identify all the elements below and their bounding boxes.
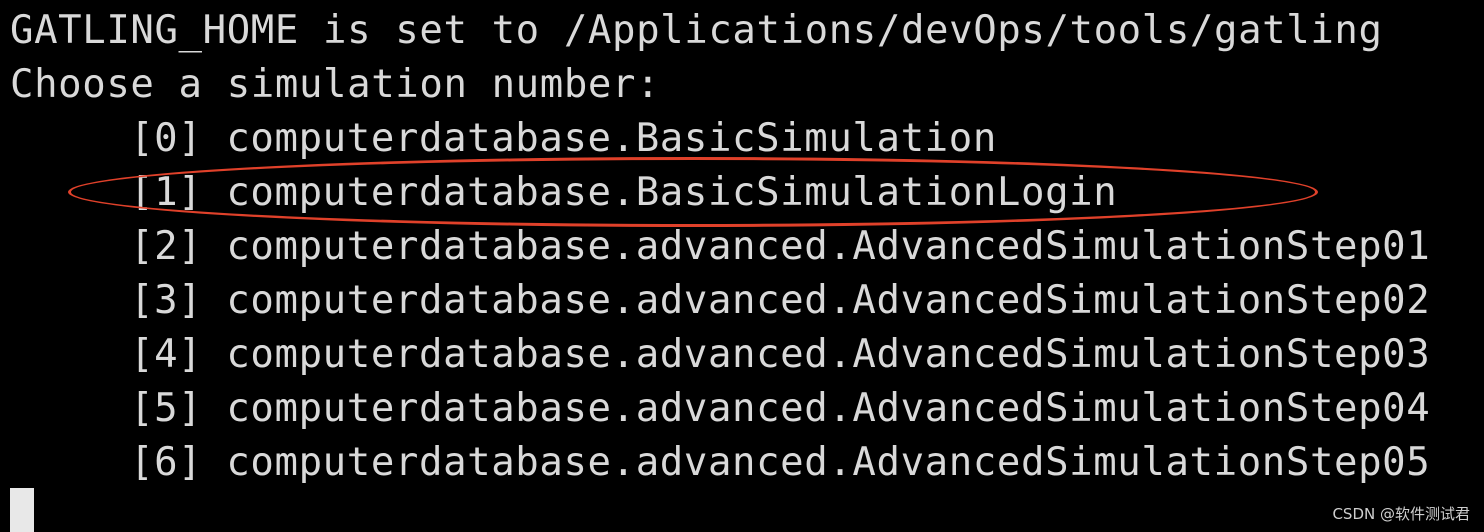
terminal-window[interactable]: GATLING_HOME is set to /Applications/dev… [0, 0, 1484, 532]
option-index: [0] [130, 116, 203, 161]
option-name: computerdatabase.advanced.AdvancedSimula… [226, 386, 1431, 431]
option-name: computerdatabase.advanced.AdvancedSimula… [226, 332, 1431, 377]
simulation-option-0: [0] computerdatabase.BasicSimulation [130, 112, 997, 166]
simulation-option-6: [6] computerdatabase.advanced.AdvancedSi… [130, 436, 1430, 490]
option-name: computerdatabase.advanced.AdvancedSimula… [226, 278, 1431, 323]
option-name: computerdatabase.BasicSimulation [226, 116, 997, 161]
simulation-option-2: [2] computerdatabase.advanced.AdvancedSi… [130, 220, 1430, 274]
option-index: [5] [130, 386, 203, 431]
option-name: computerdatabase.BasicSimulationLogin [226, 170, 1118, 215]
option-index: [6] [130, 440, 203, 485]
simulation-option-1: [1] computerdatabase.BasicSimulationLogi… [130, 166, 1117, 220]
gatling-home-line: GATLING_HOME is set to /Applications/dev… [10, 8, 1383, 53]
option-name: computerdatabase.advanced.AdvancedSimula… [226, 224, 1431, 269]
terminal-cursor [10, 488, 34, 532]
option-index: [2] [130, 224, 203, 269]
option-index: [3] [130, 278, 203, 323]
option-index: [4] [130, 332, 203, 377]
option-name: computerdatabase.advanced.AdvancedSimula… [226, 440, 1431, 485]
option-index: [1] [130, 170, 203, 215]
csdn-watermark: CSDN @软件测试君 [1332, 505, 1470, 523]
simulation-option-3: [3] computerdatabase.advanced.AdvancedSi… [130, 274, 1430, 328]
simulation-option-4: [4] computerdatabase.advanced.AdvancedSi… [130, 328, 1430, 382]
simulation-option-5: [5] computerdatabase.advanced.AdvancedSi… [130, 382, 1430, 436]
choose-simulation-prompt: Choose a simulation number: [10, 62, 661, 107]
